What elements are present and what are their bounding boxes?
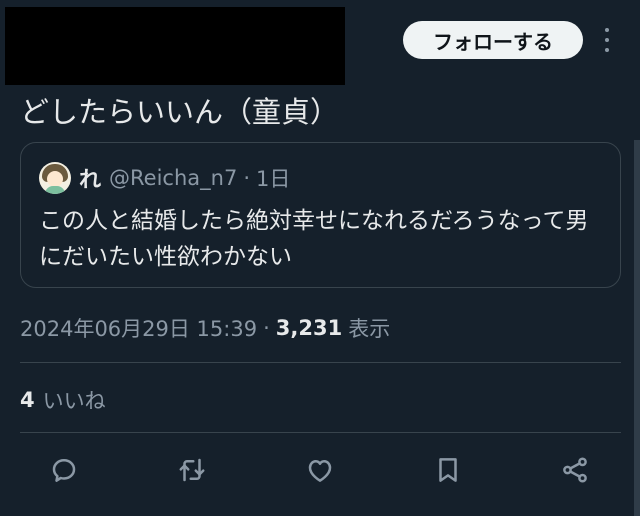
quoted-author-handle[interactable]: @Reicha_n7 [109, 166, 237, 190]
separator-dot: · [263, 316, 270, 340]
likes-count: 4 [20, 388, 35, 412]
scrollbar[interactable] [634, 140, 640, 516]
separator-dot: · [243, 166, 250, 190]
quoted-timestamp[interactable]: 1日 [256, 163, 290, 193]
reply-button[interactable] [46, 452, 82, 488]
retweet-button[interactable] [174, 452, 210, 488]
divider [20, 362, 621, 363]
tweet-datetime[interactable]: 2024年06月29日 15:39 [20, 313, 257, 343]
heart-icon [308, 460, 332, 482]
bookmark-button[interactable] [430, 452, 466, 488]
tweet-text: どしたらいいん（童貞） [20, 95, 340, 129]
share-icon [563, 457, 587, 483]
views-label: 表示 [348, 317, 391, 341]
reply-icon [52, 459, 76, 482]
follow-button[interactable]: フォローする [403, 21, 583, 59]
bookmark-icon [439, 458, 457, 482]
divider [20, 432, 621, 433]
likes-label: いいね [42, 389, 106, 413]
like-button[interactable] [302, 452, 338, 488]
tweet-meta: 2024年06月29日 15:39 · 3,231 表示 [20, 312, 390, 344]
quoted-tweet-text: この人と結婚したら絶対幸せになれるだろうなって男にだいたい性欲わかない [39, 208, 589, 270]
more-vertical-icon[interactable] [600, 28, 614, 52]
views-count: 3,231 [275, 316, 343, 340]
follow-button-label: フォローする [433, 29, 553, 54]
quoted-tweet-header: れ @Reicha_n7 · 1日 [39, 161, 290, 195]
quoted-author-name[interactable]: れ [79, 162, 101, 194]
avatar[interactable] [39, 162, 71, 194]
redacted-author-block [5, 7, 345, 85]
share-button[interactable] [557, 452, 593, 488]
quoted-tweet[interactable]: れ @Reicha_n7 · 1日 この人と結婚したら絶対幸せになれるだろうなっ… [20, 142, 621, 288]
action-bar [0, 452, 640, 488]
likes-summary[interactable]: 4 いいね [20, 384, 106, 416]
retweet-icon [179, 458, 205, 482]
